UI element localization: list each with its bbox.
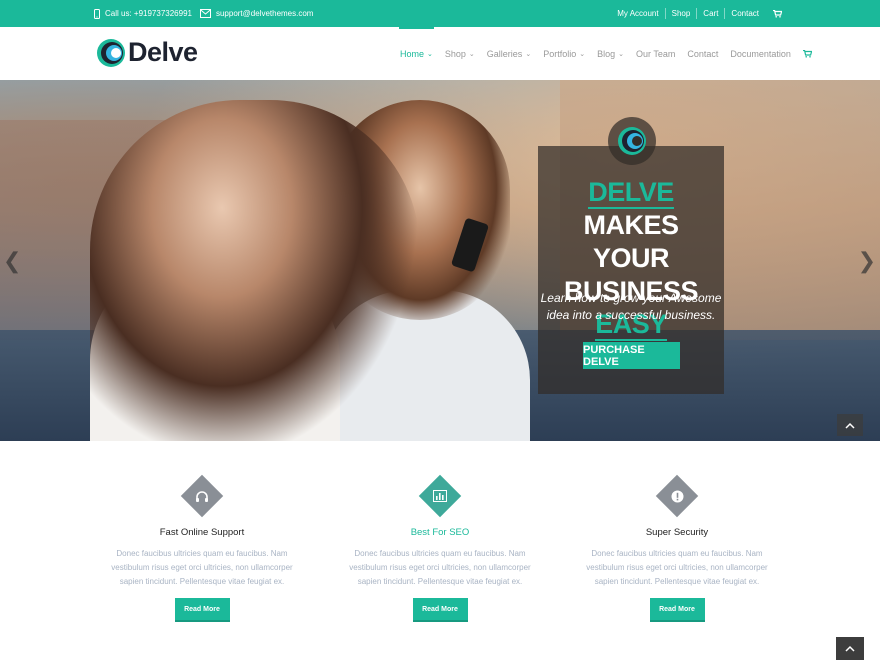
feature-title: Fast Online Support bbox=[159, 527, 245, 538]
shopping-cart-icon bbox=[802, 49, 812, 58]
logo-text: Delve bbox=[128, 37, 198, 67]
chevron-down-icon: ⌄ bbox=[525, 50, 532, 58]
nav-item-shop[interactable]: Shop ⌄ bbox=[439, 27, 481, 80]
read-more-button[interactable]: Read More bbox=[412, 598, 468, 622]
feature-description: Donec faucibus ultricies quam eu faucibu… bbox=[349, 549, 531, 586]
envelope-icon bbox=[199, 9, 211, 18]
site-header: Delve Home ⌄ Shop ⌄ Galleries ⌄ Portfolio ⌄ … bbox=[0, 27, 880, 80]
feature-description: Donec faucibus ultricies quam eu faucibu… bbox=[111, 549, 293, 586]
chevron-down-icon: ⌄ bbox=[618, 50, 624, 58]
caption-logo-icon bbox=[608, 117, 656, 165]
cart-link[interactable]: Cart bbox=[696, 8, 724, 19]
email-text: support@delvethemes.com bbox=[215, 9, 314, 18]
top-bar: Call us: +919737326991 support@delvethem… bbox=[0, 0, 880, 27]
slider-prev-arrow-icon[interactable]: ❮ bbox=[3, 248, 21, 274]
nav-label: Blog bbox=[597, 48, 616, 59]
feature-title: Super Security bbox=[645, 527, 709, 538]
hero-title-accent: DELVE bbox=[588, 177, 674, 209]
phone-contact[interactable]: Call us: +919737326991 bbox=[94, 8, 192, 19]
nav-label: Contact bbox=[687, 48, 719, 59]
nav-item-contact[interactable]: Contact bbox=[681, 27, 724, 80]
mobile-phone-icon bbox=[94, 8, 100, 19]
chevron-up-icon bbox=[845, 645, 855, 652]
chevron-down-icon: ⌄ bbox=[427, 50, 433, 58]
read-more-button[interactable]: Read More bbox=[174, 598, 230, 622]
contact-link[interactable]: Contact bbox=[724, 8, 765, 19]
my-account-link[interactable]: My Account bbox=[611, 8, 664, 19]
nav-label: Our Team bbox=[635, 48, 676, 59]
features-section: Fast Online Support Donec faucibus ultri… bbox=[0, 441, 880, 660]
nav-label: Galleries bbox=[486, 48, 523, 59]
nav-item-portfolio[interactable]: Portfolio ⌄ bbox=[537, 27, 591, 80]
feature-icon-badge bbox=[655, 474, 699, 518]
feature-card: Best For SEO Donec faucibus ultricies qu… bbox=[330, 441, 550, 622]
feature-card: Fast Online Support Donec faucibus ultri… bbox=[92, 441, 312, 622]
feature-icon-badge bbox=[418, 474, 462, 518]
feature-icon-badge bbox=[180, 474, 224, 518]
nav-label: Shop bbox=[444, 48, 466, 59]
nav-label: Portfolio bbox=[543, 48, 577, 59]
headphones-icon bbox=[182, 476, 222, 516]
hero-photo-person bbox=[90, 100, 420, 441]
nav-item-our-team[interactable]: Our Team bbox=[630, 27, 681, 80]
nav-label: Home bbox=[400, 48, 425, 59]
nav-item-galleries[interactable]: Galleries ⌄ bbox=[481, 27, 537, 80]
delve-logo-icon bbox=[618, 127, 646, 155]
read-more-button[interactable]: Read More bbox=[649, 598, 705, 622]
slider-next-arrow-icon[interactable]: ❯ bbox=[858, 248, 876, 274]
shop-link[interactable]: Shop bbox=[664, 8, 697, 19]
chevron-down-icon: ⌄ bbox=[468, 50, 475, 58]
phone-text: Call us: +919737326991 bbox=[105, 9, 192, 18]
hero-title-text: MAKES bbox=[583, 210, 679, 240]
hero-subtitle: Learn how to grow your Awesome idea into… bbox=[540, 291, 722, 322]
nav-item-documentation[interactable]: Documentation bbox=[724, 27, 797, 80]
email-contact[interactable]: support@delvethemes.com bbox=[199, 9, 314, 18]
hero-title-text: YOUR bbox=[592, 243, 670, 273]
topbar-cart-button[interactable] bbox=[765, 9, 782, 18]
chevron-up-icon bbox=[845, 422, 855, 429]
hero-slider: ❮ ❯ DELVE MAKES YOUR BUSINESS EASY Learn… bbox=[0, 80, 880, 441]
back-to-top-button[interactable] bbox=[836, 637, 864, 660]
site-logo[interactable]: Delve bbox=[96, 37, 198, 68]
feature-description: Donec faucibus ultricies quam eu faucibu… bbox=[586, 549, 768, 586]
main-nav: Home ⌄ Shop ⌄ Galleries ⌄ Portfolio ⌄ Blog ⌄ … bbox=[394, 27, 818, 80]
delve-logo-icon bbox=[97, 38, 125, 67]
nav-cart-button[interactable] bbox=[797, 27, 818, 80]
feature-title: Best For SEO bbox=[410, 527, 470, 538]
feature-card: Super Security Donec faucibus ultricies … bbox=[567, 441, 787, 622]
shopping-cart-icon bbox=[773, 9, 782, 18]
nav-label: Documentation bbox=[730, 48, 791, 59]
scroll-up-button[interactable] bbox=[837, 414, 863, 436]
nav-item-blog[interactable]: Blog ⌄ bbox=[591, 27, 630, 80]
alert-icon bbox=[657, 476, 697, 516]
bar-chart-icon bbox=[420, 476, 460, 516]
nav-item-home[interactable]: Home ⌄ bbox=[394, 27, 439, 80]
purchase-delve-button[interactable]: PURCHASE DELVE bbox=[583, 342, 680, 369]
chevron-down-icon: ⌄ bbox=[579, 50, 586, 58]
